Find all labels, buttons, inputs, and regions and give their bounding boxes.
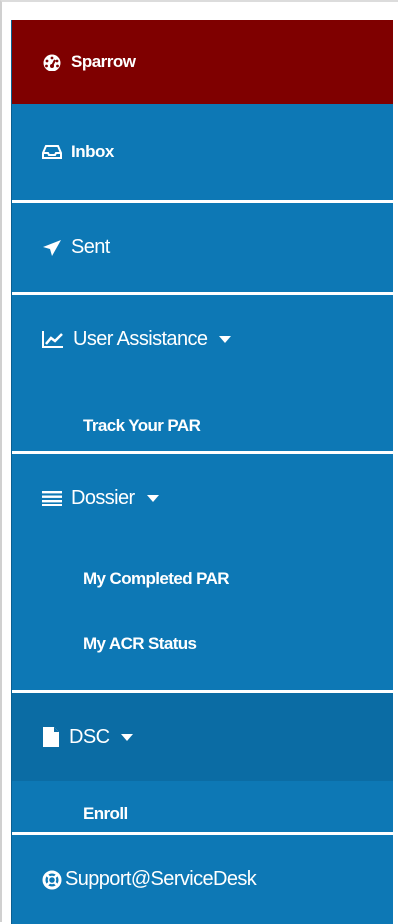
sidebar-item-label: Enroll: [83, 804, 128, 823]
file-icon: [42, 727, 60, 747]
sidebar-item-label: Inbox: [71, 142, 114, 161]
sidebar-item-label: User Assistance: [73, 327, 208, 350]
lifebuoy-icon: [42, 870, 62, 890]
sidebar-item-support[interactable]: Support@ServiceDesk: [12, 835, 393, 924]
sidebar-item-dossier[interactable]: Dossier: [12, 454, 393, 542]
send-icon: [42, 239, 62, 257]
sidebar-item-sent[interactable]: Sent: [12, 203, 393, 292]
sidebar-item-user-assistance[interactable]: User Assistance: [12, 295, 393, 383]
sidebar-nav: Sparrow Inbox Sent User Assistance Track…: [11, 20, 393, 924]
sidebar-item-label: My Completed PAR: [83, 569, 230, 588]
sidebar-item-label: Sparrow: [71, 52, 136, 71]
sidebar-item-inbox[interactable]: Inbox: [12, 104, 393, 200]
sidebar-subitem-my-completed-par[interactable]: My Completed PAR: [12, 546, 393, 612]
window-frame: Sparrow Inbox Sent User Assistance Track…: [0, 0, 398, 924]
sidebar-item-sparrow[interactable]: Sparrow: [12, 20, 393, 104]
sidebar-item-label: DSC: [69, 725, 110, 748]
sidebar-item-label: My ACR Status: [83, 633, 197, 653]
sidebar-subitem-my-acr-status[interactable]: My ACR Status: [12, 612, 393, 675]
chevron-down-icon: [146, 494, 159, 502]
chevron-down-icon: [219, 335, 232, 343]
sidebar-item-dsc[interactable]: DSC: [12, 693, 393, 781]
sidebar-item-label: Track Your PAR: [83, 415, 201, 435]
line-chart-icon: [42, 330, 64, 348]
sidebar-item-label: Sent: [71, 236, 110, 258]
dashboard-icon: [42, 53, 62, 71]
sidebar-item-label: Dossier: [71, 486, 135, 509]
chevron-down-icon: [121, 733, 134, 741]
list-icon: [42, 490, 62, 506]
inbox-icon: [42, 144, 62, 160]
sidebar-item-label: Support@ServiceDesk: [65, 868, 257, 890]
